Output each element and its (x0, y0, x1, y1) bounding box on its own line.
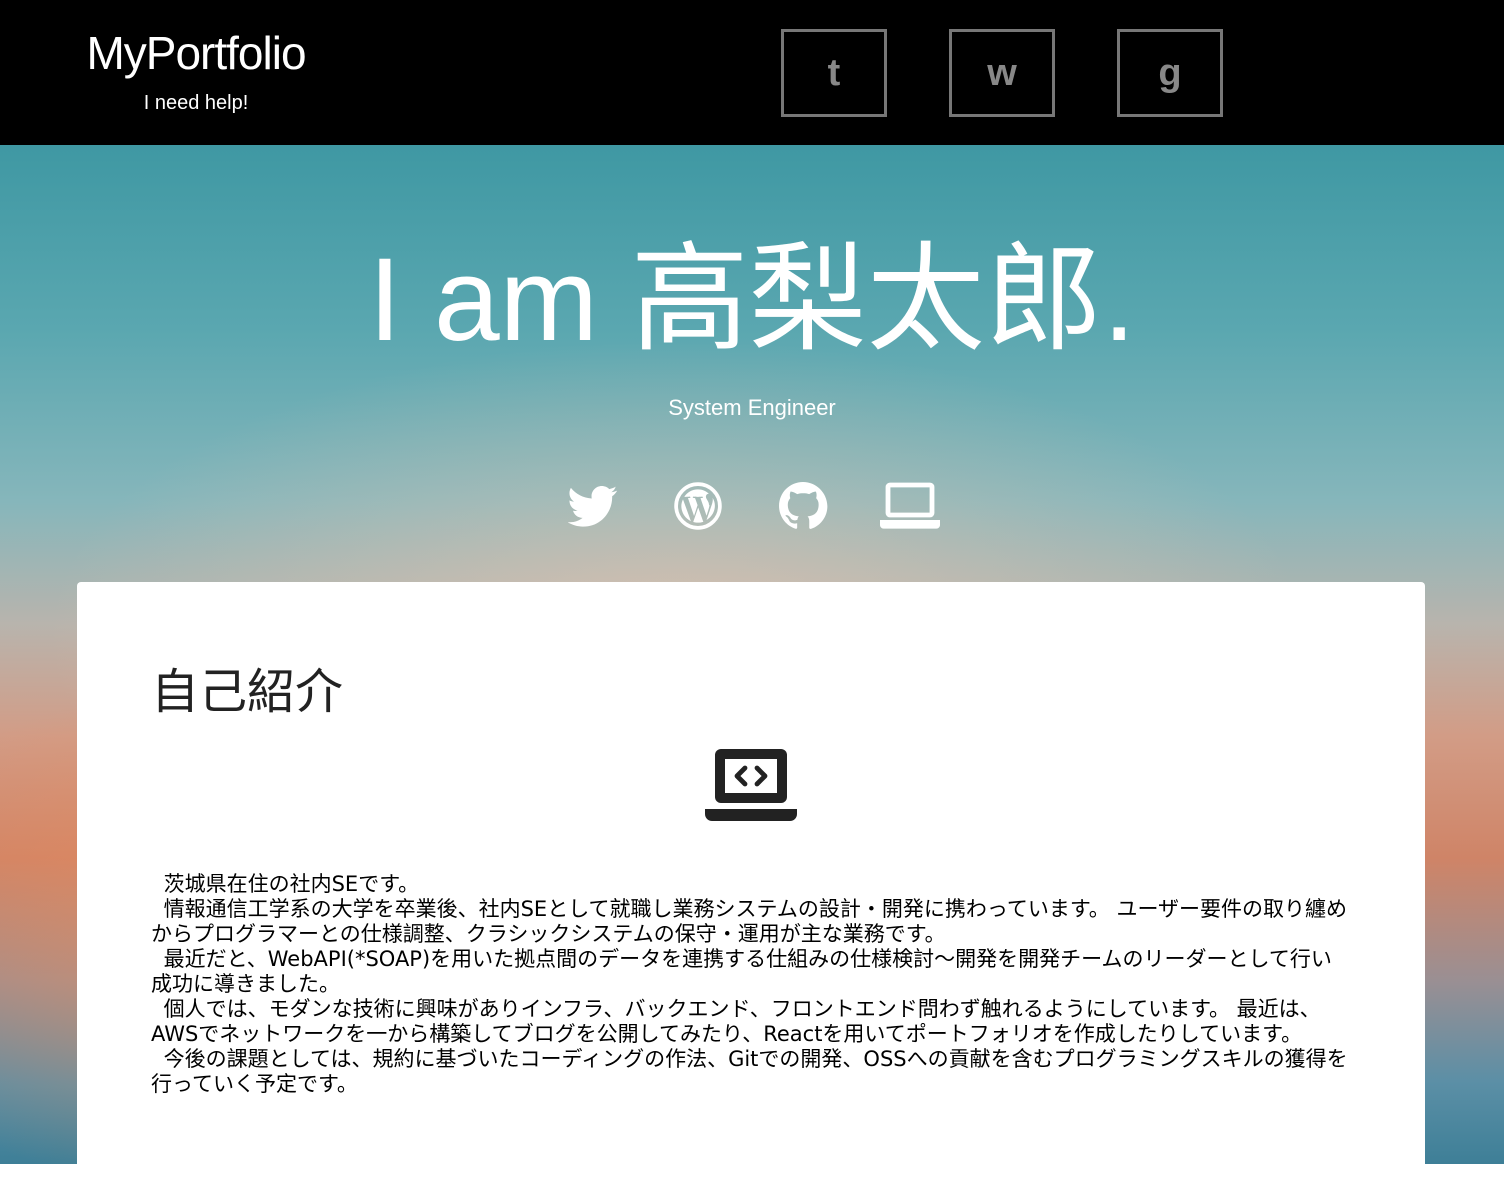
hero-subtitle: System Engineer (668, 395, 836, 420)
about-paragraph: 今後の課題としては、規約に基づいたコーディングの作法、Gitでの開発、OSSへの… (151, 1047, 1348, 1096)
about-card: 自己紹介 茨城県在住の社内SEです。 情報通信工学系の大学を卒業後、社内SEとし… (77, 582, 1425, 1182)
laptop-icon[interactable] (880, 481, 940, 531)
brand[interactable]: MyPortfolio I need help! (76, 26, 316, 115)
laptop-code-icon (705, 749, 797, 821)
site-title[interactable]: MyPortfolio (76, 26, 316, 80)
about-paragraph: 個人では、モダンな技術に興味がありインフラ、バックエンド、フロントエンド問わず触… (151, 997, 1321, 1046)
about-heading: 自己紹介 (151, 664, 344, 720)
about-text: 茨城県在住の社内SEです。 情報通信工学系の大学を卒業後、社内SEとして就職し業… (151, 872, 1351, 1097)
nav-button-wordpress[interactable]: w (949, 29, 1055, 117)
about-paragraph: 茨城県在住の社内SEです。 (163, 872, 420, 896)
site-header: MyPortfolio I need help! t w g (0, 0, 1504, 145)
about-paragraph: 最近だと、WebAPI(*SOAP)を用いた拠点間のデータを連携する仕組みの仕様… (151, 947, 1332, 996)
github-icon[interactable] (778, 481, 828, 531)
hero-title: I am 高梨太郎. (368, 234, 1136, 366)
site-subtitle: I need help! (143, 92, 249, 114)
nav-button-twitter[interactable]: t (781, 29, 887, 117)
about-paragraph: 情報通信工学系の大学を卒業後、社内SEとして就職し業務システムの設計・開発に携わ… (151, 897, 1348, 946)
wordpress-icon[interactable] (673, 481, 723, 531)
nav-button-github[interactable]: g (1117, 29, 1223, 117)
twitter-icon[interactable] (568, 481, 618, 531)
social-links (0, 481, 1504, 531)
